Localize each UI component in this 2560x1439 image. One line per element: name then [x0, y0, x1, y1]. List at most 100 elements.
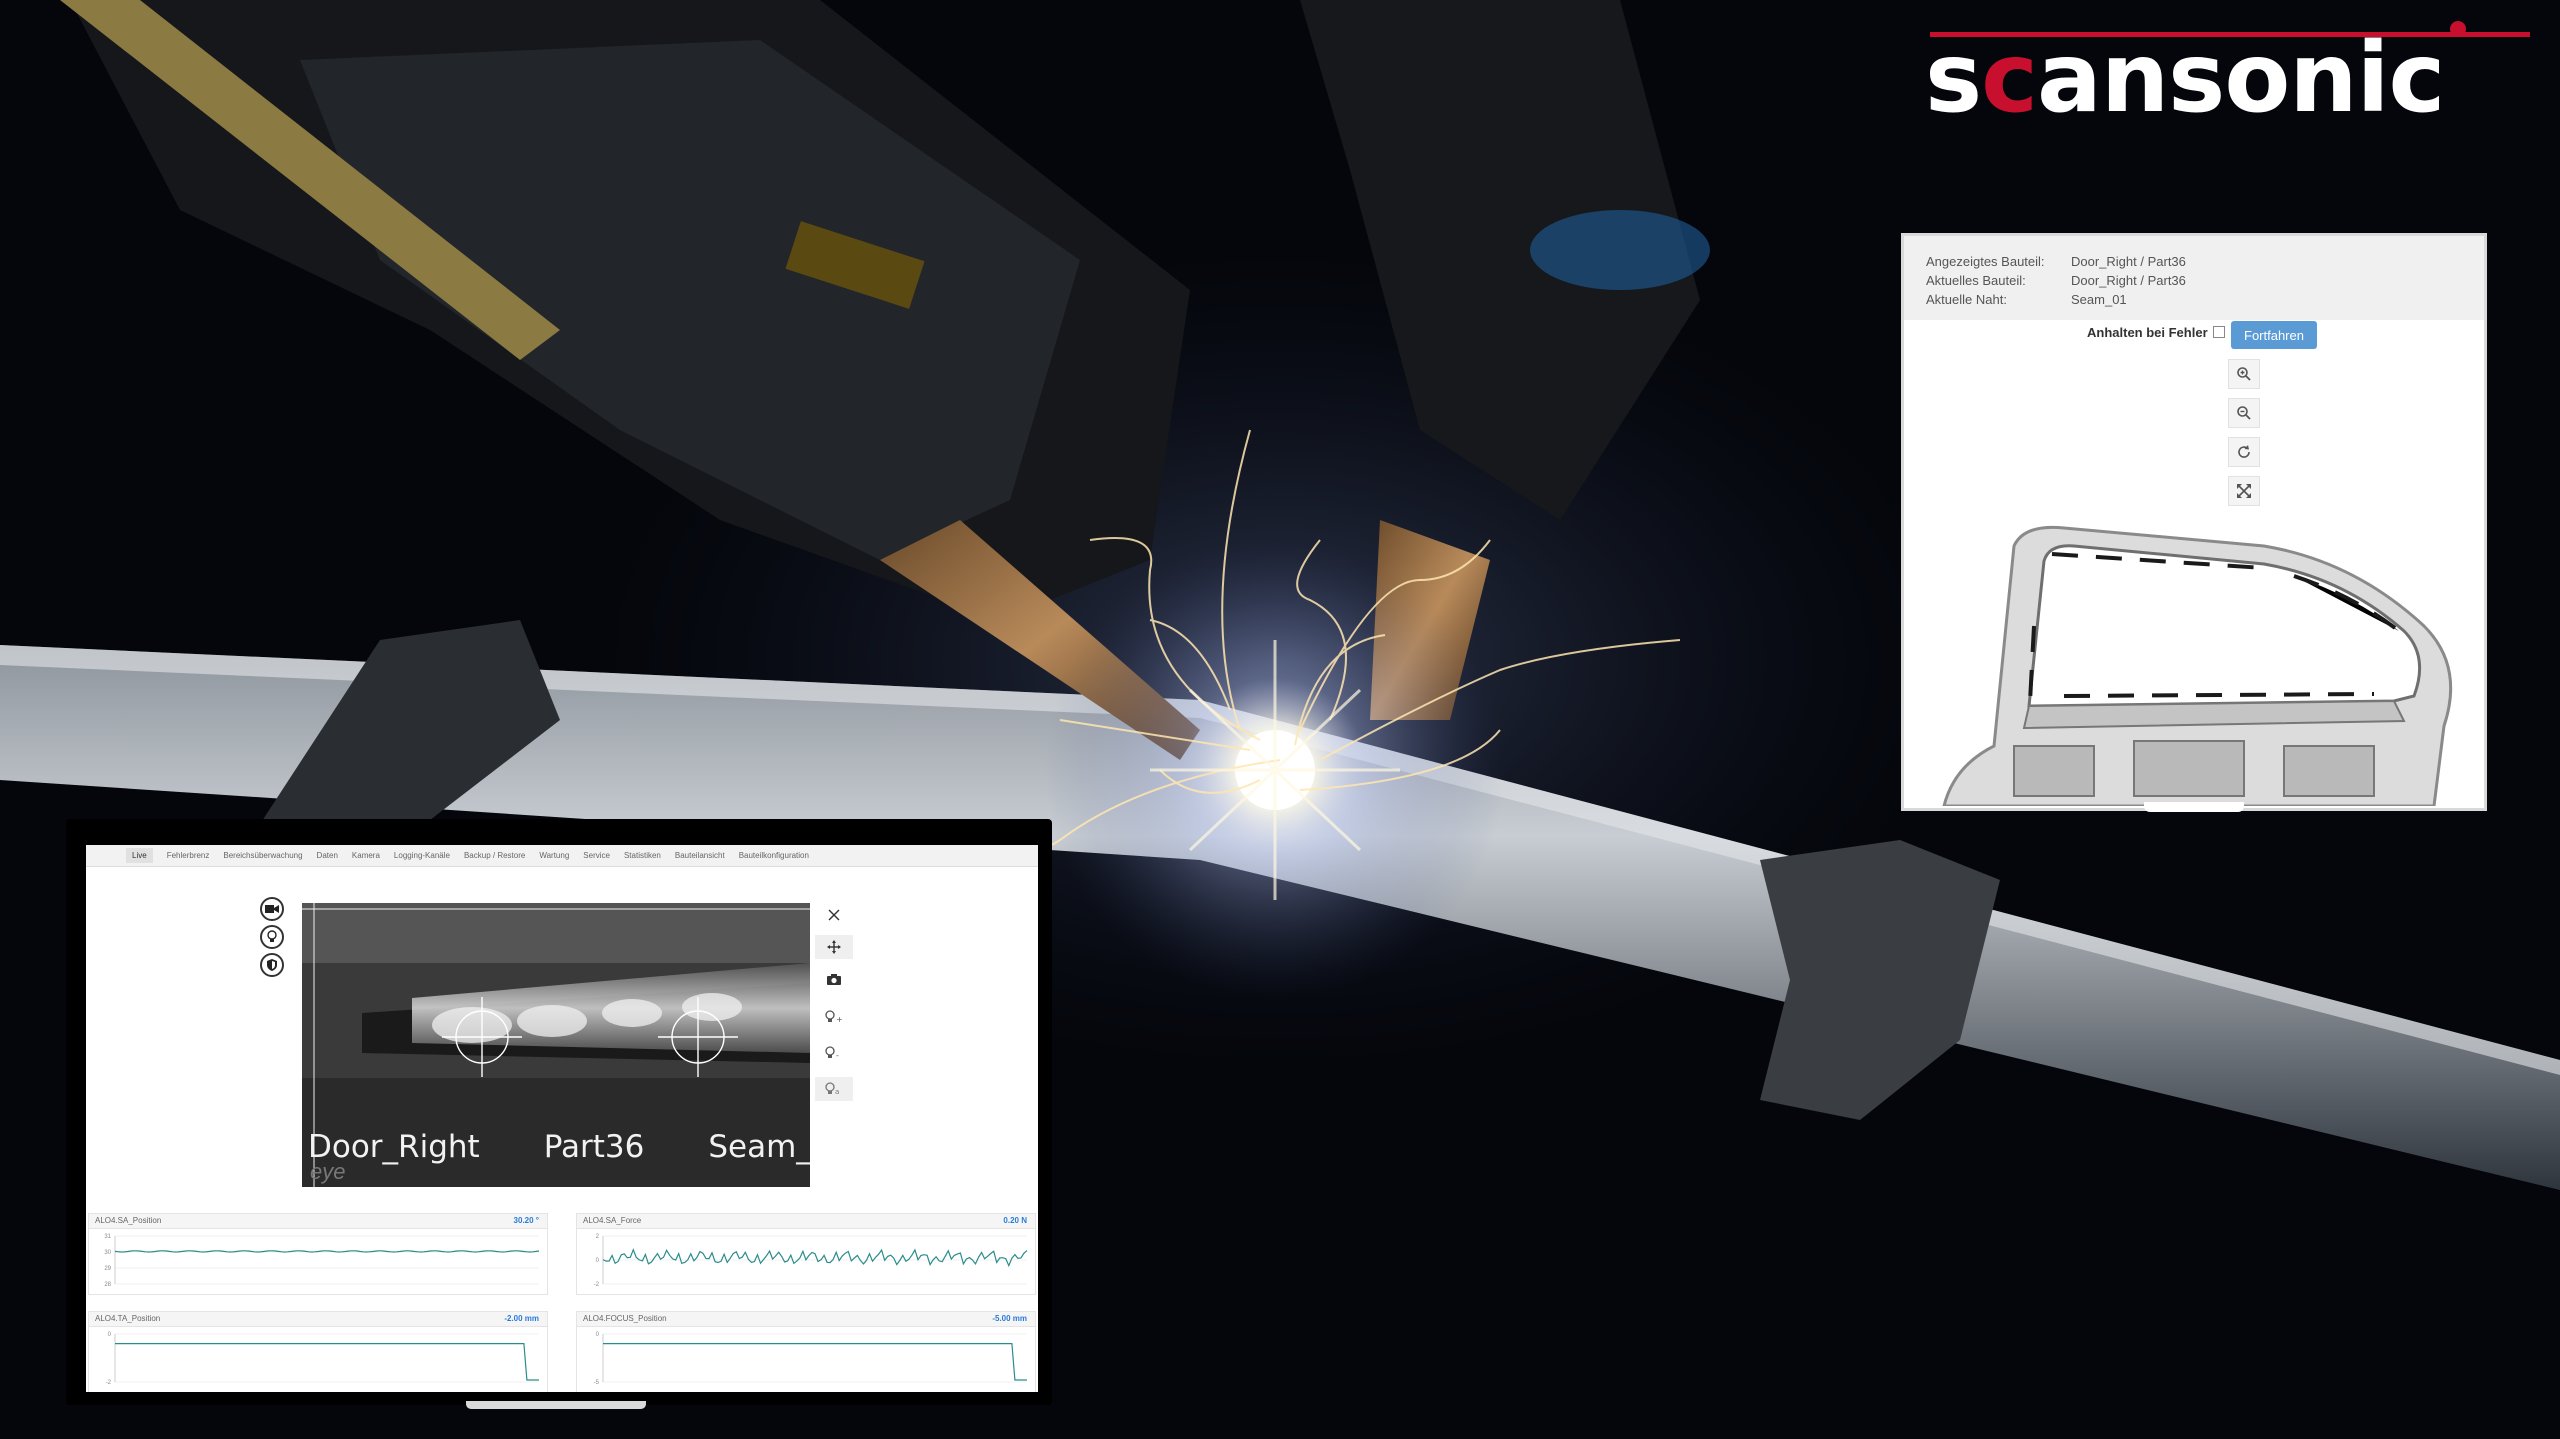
- reset-view-button[interactable]: [2228, 437, 2260, 467]
- chart-title: ALO4.SA_Position: [95, 1216, 162, 1225]
- monitor-screen: Live Fehlerbrenz Bereichsüberwachung Dat…: [86, 845, 1038, 1392]
- tab-area-monitoring[interactable]: Bereichsüberwachung: [223, 851, 302, 860]
- zoom-in-button[interactable]: [2228, 359, 2260, 389]
- chart-ytick: 2: [596, 1234, 600, 1240]
- light-increase-button[interactable]: +: [815, 1005, 853, 1029]
- info-key: Aktuelles Bauteil:: [1926, 273, 2026, 288]
- info-value: Seam_01: [2071, 292, 2127, 307]
- chart-header: ALO4.TA_Position -2.00 mm: [89, 1312, 547, 1327]
- svg-text:+: +: [836, 1015, 843, 1024]
- chart-current-value: 30.20 °: [513, 1216, 539, 1225]
- seam-camera-feed: Door_RightPart36Seam_01 eye: [302, 903, 810, 1187]
- part-viewer-panel: Angezeigtes Bauteil: Door_Right / Part36 …: [1901, 233, 2487, 812]
- viewer-panel-handle: [2144, 802, 2244, 812]
- light-auto-button[interactable]: a: [815, 1077, 853, 1101]
- chart-ytick: 0: [596, 1258, 600, 1264]
- tab-backup-restore[interactable]: Backup / Restore: [464, 851, 525, 860]
- chart-current-value: -5.00 mm: [992, 1314, 1027, 1323]
- caption-part-number: Part36: [543, 1129, 645, 1165]
- chart-ytick: -2: [106, 1380, 112, 1386]
- info-row-current-seam: Aktuelle Naht: Seam_01: [1926, 292, 2127, 307]
- zoom-out-button[interactable]: [2228, 398, 2260, 428]
- chart-title: ALO4.SA_Force: [583, 1216, 642, 1225]
- monitor-frame: Live Fehlerbrenz Bereichsüberwachung Dat…: [66, 819, 1052, 1409]
- fullscreen-button[interactable]: [2228, 476, 2260, 506]
- chart-ytick: 0: [108, 1332, 112, 1338]
- app-tab-bar: Live Fehlerbrenz Bereichsüberwachung Dat…: [86, 845, 1038, 867]
- fullscreen-icon: [2237, 484, 2251, 498]
- bulb-icon: [267, 930, 277, 942]
- chart-header: ALO4.SA_Position 30.20 °: [89, 1214, 547, 1229]
- expand-button[interactable]: [815, 903, 853, 927]
- logo-dot: [2450, 21, 2466, 37]
- tab-service[interactable]: Service: [583, 851, 610, 860]
- bulb-plus-icon: +: [825, 1010, 843, 1024]
- info-row-current-part: Aktuelles Bauteil: Door_Right / Part36: [1926, 273, 2186, 288]
- chart-sa-force: ALO4.SA_Force 0.20 N 2 0 -2: [576, 1213, 1036, 1295]
- chart-sa-position: ALO4.SA_Position 30.20 ° 31 30 29 28: [88, 1213, 548, 1295]
- door-3d-model: [1942, 525, 2453, 806]
- zoom-in-icon: [2237, 367, 2251, 381]
- chart-plot: 0 -5: [594, 1332, 1027, 1386]
- zoom-out-icon: [2237, 406, 2251, 420]
- tab-data[interactable]: Daten: [317, 851, 338, 860]
- video-camera-button[interactable]: [260, 897, 284, 921]
- camera-watermark: eye: [310, 1159, 346, 1184]
- chart-plot: 0 -2: [106, 1332, 539, 1386]
- tab-camera[interactable]: Kamera: [352, 851, 380, 860]
- logo-wordmark: scansonic: [1925, 22, 2445, 134]
- chart-ta-position: ALO4.TA_Position -2.00 mm 0 -2: [88, 1311, 548, 1392]
- chart-ytick: 28: [104, 1282, 111, 1288]
- monitor-stand: [466, 1401, 646, 1409]
- info-key: Angezeigtes Bauteil:: [1926, 254, 2045, 269]
- part-info-header: Angezeigtes Bauteil: Door_Right / Part36 …: [1904, 236, 2484, 320]
- chart-ytick: -5: [594, 1380, 600, 1386]
- chart-title: ALO4.TA_Position: [95, 1314, 161, 1323]
- chart-series-line: [603, 1343, 1027, 1381]
- continue-button[interactable]: Fortfahren: [2231, 321, 2317, 349]
- shield-icon: [267, 959, 277, 971]
- chart-series-line: [602, 1248, 1028, 1268]
- tab-logging-channels[interactable]: Logging-Kanäle: [394, 851, 450, 860]
- chart-ytick: 0: [596, 1332, 600, 1338]
- chart-header: ALO4.FOCUS_Position -5.00 mm: [577, 1312, 1035, 1327]
- snapshot-button[interactable]: [815, 967, 853, 991]
- camera-caption: Door_RightPart36Seam_01: [308, 1129, 810, 1165]
- chart-ytick: 30: [104, 1250, 111, 1256]
- tab-part-view[interactable]: Bauteilansicht: [675, 851, 725, 860]
- bulb-auto-icon: a: [825, 1082, 839, 1096]
- svg-text:-: -: [836, 1051, 839, 1060]
- chart-focus-position: ALO4.FOCUS_Position -5.00 mm 0 -5: [576, 1311, 1036, 1392]
- info-key: Aktuelle Naht:: [1926, 292, 2007, 307]
- halt-on-error-label: Anhalten bei Fehler: [2087, 325, 2208, 340]
- light-decrease-button[interactable]: -: [815, 1041, 853, 1065]
- bulb-minus-icon: -: [825, 1046, 839, 1060]
- expand-icon: [828, 909, 840, 921]
- svg-text:a: a: [835, 1088, 839, 1096]
- camera-icon: [827, 974, 841, 985]
- info-value: Door_Right / Part36: [2071, 254, 2186, 269]
- chart-ytick: 31: [104, 1234, 111, 1240]
- chart-plot: 31 30 29 28: [104, 1234, 540, 1288]
- tab-live[interactable]: Live: [126, 848, 153, 863]
- chart-series-line: [115, 1343, 539, 1381]
- chart-title: ALO4.FOCUS_Position: [583, 1314, 667, 1323]
- chart-current-value: -2.00 mm: [504, 1314, 539, 1323]
- chart-header: ALO4.SA_Force 0.20 N: [577, 1214, 1035, 1229]
- tab-part-configuration[interactable]: Bauteilkonfiguration: [739, 851, 809, 860]
- halt-on-error-checkbox[interactable]: [2213, 326, 2225, 338]
- chart-plot: 2 0 -2: [594, 1234, 1028, 1288]
- chart-ytick: 29: [104, 1266, 111, 1272]
- tab-statistics[interactable]: Statistiken: [624, 851, 661, 860]
- tab-maintenance[interactable]: Wartung: [539, 851, 569, 860]
- light-toggle-button[interactable]: [260, 925, 284, 949]
- move-button[interactable]: [815, 935, 853, 959]
- move-arrows-icon: [827, 940, 841, 954]
- chart-current-value: 0.20 N: [1003, 1216, 1027, 1225]
- chart-ytick: -2: [594, 1282, 600, 1288]
- info-value: Door_Right / Part36: [2071, 273, 2186, 288]
- shield-button[interactable]: [260, 953, 284, 977]
- tab-fehlerbrenz[interactable]: Fehlerbrenz: [167, 851, 210, 860]
- info-row-displayed-part: Angezeigtes Bauteil: Door_Right / Part36: [1926, 254, 2186, 269]
- refresh-icon: [2238, 445, 2250, 458]
